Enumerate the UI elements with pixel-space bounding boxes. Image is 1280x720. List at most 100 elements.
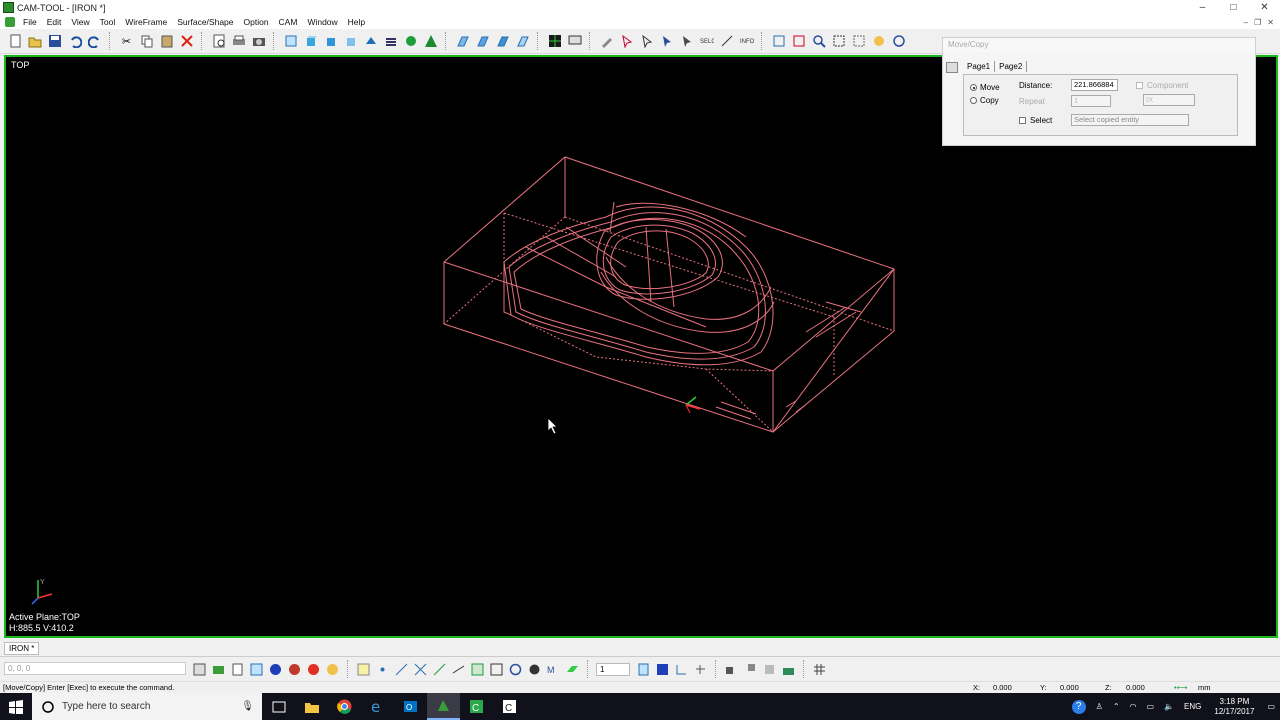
- microphone-icon[interactable]: 🎙: [241, 701, 254, 712]
- delete-icon[interactable]: [178, 33, 195, 50]
- zoom-in-icon[interactable]: [830, 33, 847, 50]
- notifications-icon[interactable]: ▭: [1267, 702, 1275, 711]
- tab-page1[interactable]: Page1: [963, 61, 996, 72]
- mdi-close-button[interactable]: ✕: [1267, 18, 1274, 27]
- distance-input[interactable]: 221.866884: [1071, 79, 1118, 91]
- edge-icon[interactable]: e: [361, 693, 394, 720]
- pan-hand-icon[interactable]: [870, 33, 887, 50]
- view-iso-icon[interactable]: [342, 33, 359, 50]
- copied-entity-select[interactable]: Select copied entity: [1071, 114, 1189, 126]
- clock[interactable]: 3:18 PM 12/17/2017: [1214, 697, 1254, 717]
- snap-point-icon[interactable]: [356, 662, 371, 677]
- minimize-button[interactable]: –: [1187, 0, 1218, 15]
- taskbar-search[interactable]: Type here to search 🎙: [32, 693, 262, 720]
- plane-icon[interactable]: [565, 662, 580, 677]
- snap-grid-toggle-icon[interactable]: [470, 662, 485, 677]
- surface-icon-3[interactable]: [494, 33, 511, 50]
- snap-line-icon[interactable]: [394, 662, 409, 677]
- snap-circle-icon[interactable]: [508, 662, 523, 677]
- help-icon[interactable]: ?: [1071, 699, 1086, 714]
- layer-tree-icon[interactable]: [674, 662, 689, 677]
- language-indicator[interactable]: ENG: [1184, 702, 1201, 711]
- attribute-icon[interactable]: [762, 662, 777, 677]
- close-button[interactable]: ✕: [1249, 0, 1280, 15]
- mdi-minimize-button[interactable]: –: [1244, 18, 1248, 27]
- tab-page2[interactable]: Page2: [995, 61, 1028, 72]
- menu-edit[interactable]: Edit: [42, 17, 67, 27]
- battery-icon[interactable]: ▭: [1147, 702, 1155, 711]
- rotate-view-icon[interactable]: [890, 33, 907, 50]
- settings-grid-icon[interactable]: [812, 662, 827, 677]
- redo-icon[interactable]: [86, 33, 103, 50]
- zoom-window-icon[interactable]: [770, 33, 787, 50]
- paste-icon[interactable]: [158, 33, 175, 50]
- view-front-icon[interactable]: [302, 33, 319, 50]
- move-radio[interactable]: Move: [970, 83, 1000, 92]
- snap-endpoint-icon[interactable]: [432, 662, 447, 677]
- menu-view[interactable]: View: [66, 17, 94, 27]
- snap-list-icon[interactable]: [230, 662, 245, 677]
- copy-radio[interactable]: Copy: [970, 96, 999, 105]
- layer-list-icon[interactable]: [636, 662, 651, 677]
- export-icon[interactable]: [781, 662, 796, 677]
- snap-center-icon[interactable]: [375, 662, 390, 677]
- new-file-icon[interactable]: [6, 33, 23, 50]
- zoom-fit-icon[interactable]: [790, 33, 807, 50]
- red-blue-circle-icon[interactable]: [287, 662, 302, 677]
- layer-grid-icon[interactable]: [655, 662, 670, 677]
- info-icon[interactable]: INFO: [738, 33, 755, 50]
- repeat-input[interactable]: 1: [1071, 95, 1111, 107]
- snap-layer-icon[interactable]: [211, 662, 226, 677]
- edit-icon[interactable]: [598, 33, 615, 50]
- yellow-circle-icon[interactable]: [325, 662, 340, 677]
- render-icon[interactable]: [422, 33, 439, 50]
- surface-icon-2[interactable]: [474, 33, 491, 50]
- snap-box-icon[interactable]: [489, 662, 504, 677]
- select-filter-icon[interactable]: [678, 33, 695, 50]
- task-view-button[interactable]: [262, 693, 295, 720]
- grid-icon[interactable]: [546, 33, 563, 50]
- pointer-icon[interactable]: [658, 33, 675, 50]
- menu-window[interactable]: Window: [302, 17, 342, 27]
- snap-table-icon[interactable]: [249, 662, 264, 677]
- menu-wireframe[interactable]: WireFrame: [120, 17, 172, 27]
- document-tab-iron[interactable]: IRON *: [4, 642, 40, 655]
- cam-tool-taskbar-icon[interactable]: [427, 693, 460, 720]
- undo-icon[interactable]: [66, 33, 83, 50]
- ungroup-icon[interactable]: [743, 662, 758, 677]
- snap-tangent-icon[interactable]: [451, 662, 466, 677]
- measure-icon[interactable]: [718, 33, 735, 50]
- pin-icon[interactable]: [946, 62, 958, 73]
- select-all-icon[interactable]: SELCT: [698, 33, 715, 50]
- menu-tool[interactable]: Tool: [95, 17, 121, 27]
- coordinate-input[interactable]: 0, 0, 0: [4, 662, 186, 675]
- menu-help[interactable]: Help: [343, 17, 370, 27]
- layer-move-icon[interactable]: [693, 662, 708, 677]
- layer-select[interactable]: 1: [596, 662, 630, 676]
- view-rotate-icon[interactable]: [362, 33, 379, 50]
- menu-file[interactable]: File: [18, 17, 42, 27]
- surface-icon-4[interactable]: [514, 33, 531, 50]
- chrome-icon[interactable]: [328, 693, 361, 720]
- print-icon[interactable]: [230, 33, 247, 50]
- open-folder-icon[interactable]: [26, 33, 43, 50]
- snap-origin-icon[interactable]: [527, 662, 542, 677]
- menu-option[interactable]: Option: [239, 17, 274, 27]
- cut-icon[interactable]: ✂: [118, 33, 135, 50]
- volume-icon[interactable]: 🔈: [1164, 702, 1174, 711]
- cam-tool-2-taskbar-icon[interactable]: C: [460, 693, 493, 720]
- red-circle-icon[interactable]: [306, 662, 321, 677]
- view-top-icon[interactable]: [282, 33, 299, 50]
- group-icon[interactable]: [724, 662, 739, 677]
- document-icon[interactable]: [5, 17, 15, 27]
- start-button[interactable]: [0, 693, 32, 720]
- properties-icon[interactable]: [210, 33, 227, 50]
- outlook-icon[interactable]: O: [394, 693, 427, 720]
- copy-icon[interactable]: [138, 33, 155, 50]
- layer-stack-icon[interactable]: [382, 33, 399, 50]
- cam-tool-3-taskbar-icon[interactable]: C: [493, 693, 526, 720]
- view-side-icon[interactable]: [322, 33, 339, 50]
- component-checkbox[interactable]: [1136, 82, 1143, 89]
- camera-icon[interactable]: [250, 33, 267, 50]
- save-icon[interactable]: [46, 33, 63, 50]
